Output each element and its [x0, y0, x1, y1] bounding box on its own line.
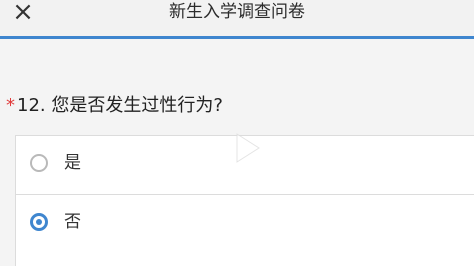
- question-text: 12. 您是否发生过性行为?: [17, 95, 223, 116]
- question-title: * 12. 您是否发生过性行为?: [6, 94, 223, 118]
- header-bar: × 新生入学调查问卷: [0, 0, 474, 39]
- option-label: 否: [64, 212, 81, 232]
- radio-unchecked-icon[interactable]: [30, 154, 48, 172]
- page-title: 新生入学调查问卷: [169, 2, 305, 22]
- option-no[interactable]: 否: [16, 194, 474, 253]
- required-mark: *: [6, 95, 15, 116]
- option-label: 是: [64, 153, 81, 173]
- play-icon: [236, 133, 260, 163]
- survey-page: × 新生入学调查问卷 * 12. 您是否发生过性行为? 是 否: [0, 0, 474, 266]
- radio-checked-icon[interactable]: [30, 213, 48, 231]
